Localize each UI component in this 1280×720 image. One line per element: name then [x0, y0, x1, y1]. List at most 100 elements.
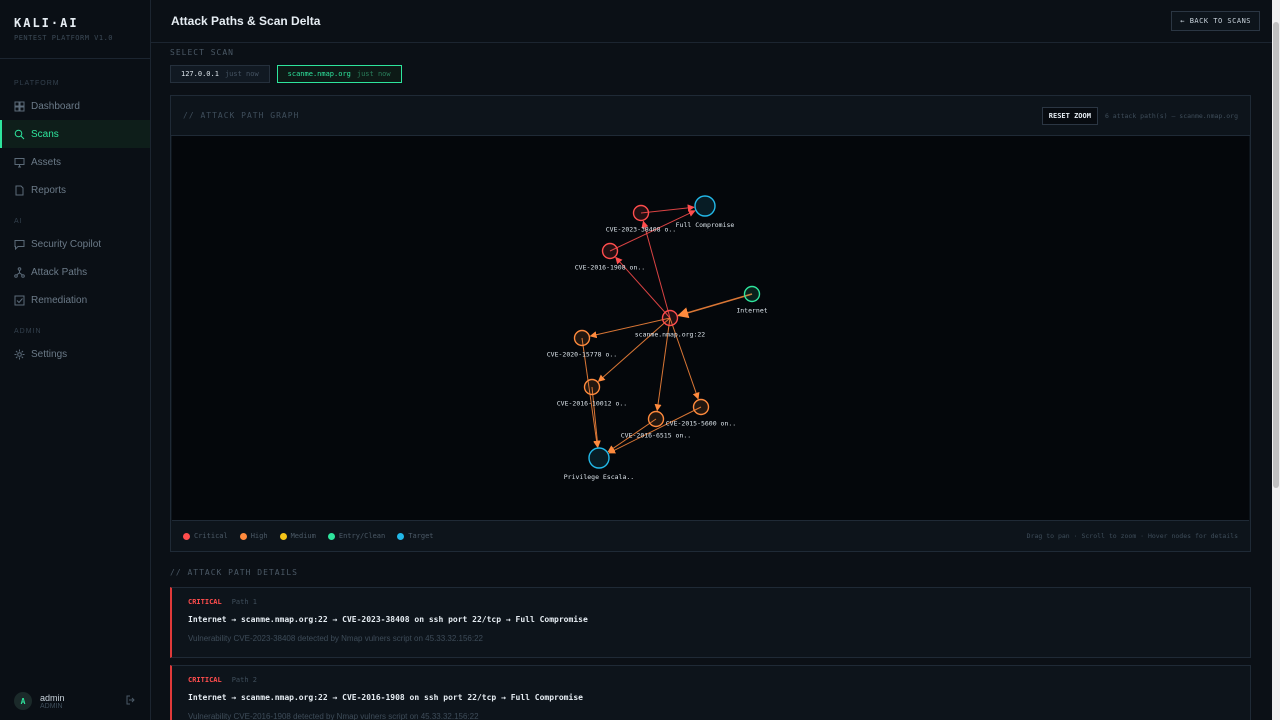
graph-node-circle[interactable] [692, 398, 710, 416]
brand-subtitle: PENTEST PLATFORM V1.0 [14, 34, 114, 42]
avatar[interactable]: A [14, 692, 32, 710]
graph-node-circle[interactable] [601, 242, 619, 260]
graph-node-full[interactable]: Full Compromise [676, 195, 735, 229]
sidebar: KALI·AI PENTEST PLATFORM V1.0 PLATFORM Da… [0, 0, 151, 720]
legend-item: Critical [183, 532, 228, 540]
logout-icon[interactable] [126, 695, 136, 708]
content: SELECT SCAN 127.0.0.1 just now scanme.nmap… [151, 48, 1280, 720]
graph-node-internet[interactable]: Internet [736, 285, 768, 315]
graph-node-label: Privilege Escala.. [564, 473, 634, 481]
graph-node-label: CVE-2016-10012 o.. [557, 400, 627, 408]
legend-dot [183, 532, 190, 540]
graph-hint: Drag to pan · Scroll to zoom · Hover nod… [1026, 532, 1238, 540]
monitor-icon [14, 157, 25, 168]
severity-badge: CRITICAL [188, 598, 222, 606]
sidebar-item-dashboard[interactable]: Dashboard [0, 92, 150, 120]
scan-pill-name: scanme.nmap.org [287, 70, 351, 78]
sidebar-item-label: Scans [31, 128, 59, 140]
graph-node-label: CVE-2020-15778 o.. [547, 351, 617, 359]
path-description: Vulnerability CVE-2016-1908 detected by … [188, 712, 479, 720]
user-panel: A admin ADMIN [14, 692, 136, 710]
graph-header: // ATTACK PATH GRAPH RESET ZOOM 6 attack… [171, 96, 1250, 136]
sidebar-item-label: Remediation [31, 294, 88, 306]
attack-path-card[interactable]: CRITICAL Path 2 Internet → scanme.nmap.or… [170, 665, 1251, 720]
sidebar-item-reports[interactable]: Reports [0, 176, 150, 204]
user-role: ADMIN [40, 702, 63, 710]
app-root: KALI·AI PENTEST PLATFORM V1.0 PLATFORM Da… [0, 0, 1280, 720]
scan-pill[interactable]: 127.0.0.1 just now [170, 65, 270, 83]
sidebar-item-label: Assets [31, 156, 62, 168]
graph-title: // ATTACK PATH GRAPH [183, 111, 300, 120]
legend-label: Critical [194, 532, 228, 540]
graph-node-label: CVE-2015-5600 on.. [666, 420, 736, 428]
sidebar-item-scans[interactable]: Scans [0, 120, 150, 148]
graph-node-circle[interactable] [632, 204, 650, 222]
path-chain: Internet → scanme.nmap.org:22 → CVE-2016… [188, 693, 583, 702]
graph-node-circle[interactable] [694, 195, 716, 217]
chat-icon [14, 239, 25, 250]
nav-section-label: AI [14, 218, 23, 225]
select-scan-label: SELECT SCAN [170, 48, 234, 57]
severity-badge: CRITICAL [188, 676, 222, 684]
graph-node-host[interactable]: scanme.nmap.org:22 [635, 309, 706, 339]
graph-node-label: Internet [736, 307, 767, 315]
graph-node-cve1[interactable]: CVE-2023-38408 o.. [606, 204, 676, 234]
legend-label: Target [408, 532, 434, 540]
reset-zoom-button[interactable]: RESET ZOOM [1041, 106, 1098, 125]
search-icon [14, 129, 25, 140]
graph-meta: 6 attack path(s) — scanme.nmap.org [1104, 111, 1238, 120]
graph-node-circle[interactable] [588, 447, 610, 469]
attack-path-graph-card: // ATTACK PATH GRAPH RESET ZOOM 6 attack… [170, 95, 1251, 552]
document-icon [14, 185, 25, 196]
legend-label: Entry/Clean [338, 532, 386, 540]
legend-dot [279, 532, 287, 540]
graph-node-priv[interactable]: Privilege Escala.. [564, 447, 634, 481]
sidebar-item-remediation[interactable]: Remediation [0, 286, 150, 314]
graph-node-cve4[interactable]: CVE-2016-10012 o.. [557, 378, 627, 408]
grid-icon [14, 101, 25, 112]
scan-pill-time: just now [356, 70, 391, 78]
brand: KALI·AI PENTEST PLATFORM V1.0 [0, 0, 150, 59]
graph-node-circle[interactable] [573, 329, 591, 347]
scrollbar-thumb[interactable] [1273, 22, 1279, 488]
path-name: Path 2 [231, 676, 258, 684]
legend-dot [397, 532, 405, 540]
sidebar-item-security-copilot[interactable]: Security Copilot [0, 230, 150, 258]
legend-dot [239, 532, 247, 540]
graph-node-circle[interactable] [583, 378, 601, 396]
sidebar-item-attack-paths[interactable]: Attack Paths [0, 258, 150, 286]
graph-canvas[interactable]: Internet scanme.nmap.org:22 CVE-2023-38408… [172, 136, 1249, 521]
sidebar-item-assets[interactable]: Assets [0, 148, 150, 176]
scan-pill[interactable]: scanme.nmap.org just now [276, 65, 402, 83]
attack-graph-svg[interactable]: Internet scanme.nmap.org:22 CVE-2023-38408… [172, 136, 1249, 521]
legend-item: High [239, 532, 268, 540]
graph-node-circle[interactable] [647, 410, 665, 428]
nav-section-label: PLATFORM [14, 80, 60, 87]
path-name: Path 1 [231, 598, 258, 606]
graph-node-cve2[interactable]: CVE-2016-1908 on.. [575, 242, 645, 272]
graph-node-label: scanme.nmap.org:22 [635, 331, 706, 339]
attack-path-card[interactable]: CRITICAL Path 1 Internet → scanme.nmap.or… [170, 587, 1251, 658]
topbar: Attack Paths & Scan Delta ← BACK TO SCAN… [151, 0, 1280, 43]
graph-node-circle[interactable] [661, 309, 679, 327]
graph-node-cve3[interactable]: CVE-2020-15778 o.. [547, 329, 617, 359]
graph-node-circle[interactable] [743, 285, 761, 303]
check-square-icon [14, 295, 25, 306]
graph-node-label: Full Compromise [676, 221, 735, 229]
sidebar-item-label: Security Copilot [31, 238, 102, 250]
details-label: // ATTACK PATH DETAILS [170, 568, 298, 577]
graph-node-cve6[interactable]: CVE-2015-5600 on.. [666, 398, 736, 428]
sidebar-nav: PLATFORM Dashboard Scans Assets Reports AI Sec… [0, 76, 150, 368]
legend-item: Entry/Clean [327, 532, 386, 540]
path-list: CRITICAL Path 1 Internet → scanme.nmap.or… [170, 587, 1251, 720]
scrollbar[interactable] [1272, 0, 1280, 720]
scan-pill-name: 127.0.0.1 [181, 70, 219, 78]
sidebar-item-label: Attack Paths [31, 266, 88, 278]
graph-node-label: CVE-2016-6515 on.. [621, 432, 691, 440]
scan-selector: 127.0.0.1 just now scanme.nmap.org just now [170, 65, 1251, 83]
page-title: Attack Paths & Scan Delta [171, 14, 321, 28]
legend-item: Target [397, 532, 434, 540]
path-description: Vulnerability CVE-2023-38408 detected by… [188, 634, 483, 643]
sidebar-item-settings[interactable]: Settings [0, 340, 150, 368]
back-to-scans-button[interactable]: ← BACK TO SCANS [1171, 11, 1260, 31]
